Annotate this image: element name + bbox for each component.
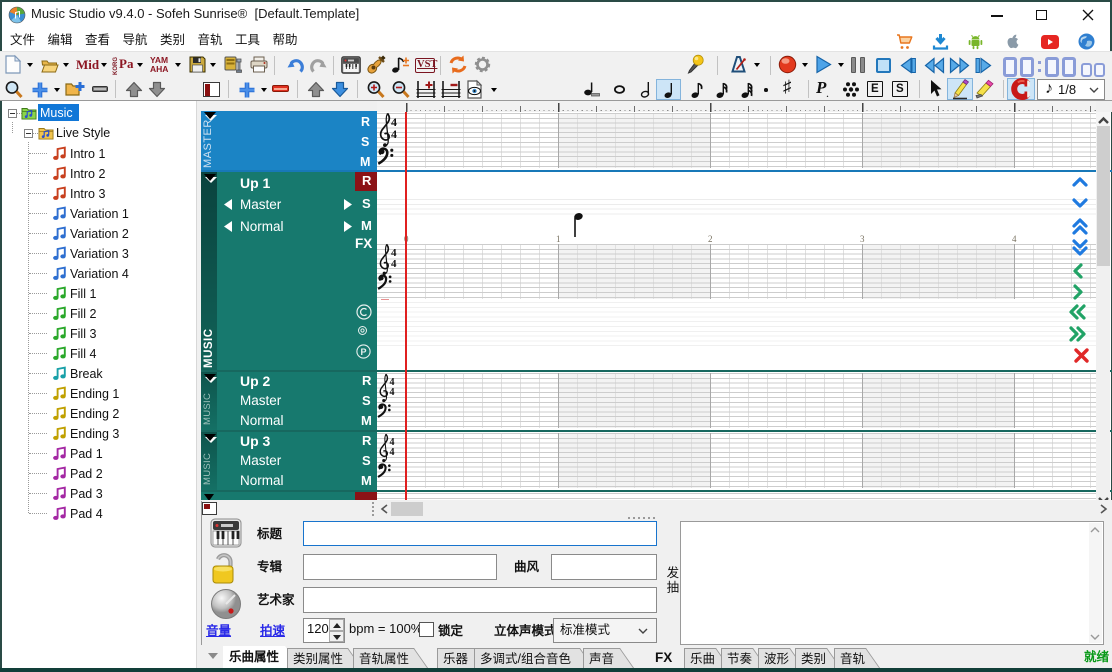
svg-text:P: P [360,347,366,357]
